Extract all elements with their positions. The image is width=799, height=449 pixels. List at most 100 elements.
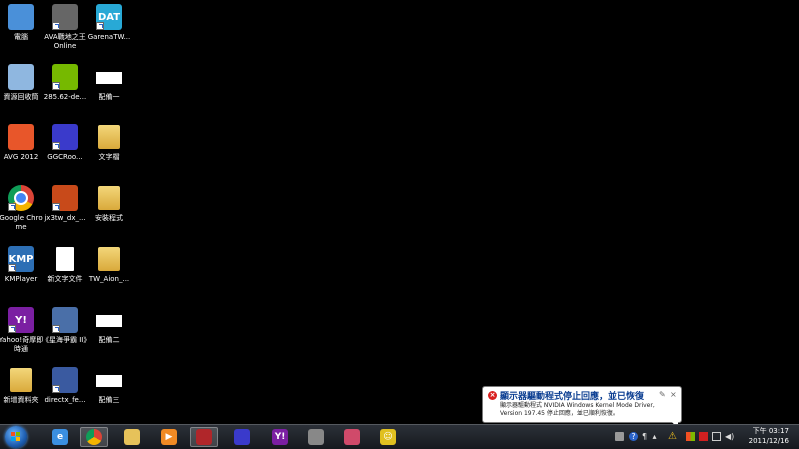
shortcut-arrow-icon <box>8 325 16 333</box>
desktop-icon[interactable]: 《星海爭霸 II》 <box>42 307 91 345</box>
desktop-icon[interactable]: 285.62-de... <box>42 64 88 102</box>
desktop-icon-label: KMPlayer <box>4 275 38 283</box>
shortcut-arrow-icon <box>96 22 104 30</box>
desktop-icon-label: jx3tw_dx_... <box>44 214 86 222</box>
shortcut-arrow-icon <box>52 142 60 150</box>
emoticon-taskbar-icon-glyph: ☺ <box>380 429 396 445</box>
blank-file-icon <box>96 315 122 327</box>
desktop-icon[interactable]: directx_fe... <box>42 367 88 405</box>
desktop-icon[interactable]: Google Chrome <box>0 185 44 232</box>
desktop-icon-label: GGCRoo... <box>47 153 83 161</box>
desktop-icon-label: 資源回收筒 <box>3 93 39 101</box>
desktop-icon-label: GarenaTW... <box>87 33 131 41</box>
jx3-icon <box>52 185 78 211</box>
desktop-icon[interactable]: Y! Yahoo!奇摩即時通 <box>0 307 44 354</box>
explorer-icon-glyph <box>124 429 140 445</box>
text-document-icon <box>52 246 78 272</box>
ava-taskbar-icon-glyph <box>196 429 212 445</box>
shortcut-arrow-icon <box>52 203 60 211</box>
tray-expand-icon[interactable]: ▴ <box>650 432 659 441</box>
ggc-icon <box>52 124 78 150</box>
yahoo-taskbar-icon-glyph: Y! <box>272 429 288 445</box>
desktop-icon-label: directx_fe... <box>44 396 86 404</box>
chrome-icon <box>8 185 34 211</box>
yahoo-taskbar-icon[interactable]: Y! <box>266 427 294 447</box>
desktop-icon-label: Google Chrome <box>0 214 43 231</box>
desktop-icon[interactable]: KMP KMPlayer <box>0 246 44 284</box>
help-icon[interactable]: ? <box>629 432 638 441</box>
desktop-icon-label: 新增資料夾 <box>3 396 39 404</box>
ava-game-taskbar-icon-glyph <box>308 429 324 445</box>
desktop-icon-label: 285.62-de... <box>43 93 87 101</box>
desktop-icon[interactable]: AVG 2012 <box>0 124 44 162</box>
desktop-icon[interactable]: 配備二 <box>86 307 132 345</box>
shortcut-arrow-icon <box>8 203 16 211</box>
ava-taskbar-icon[interactable] <box>190 427 218 447</box>
kmplayer-icon: KMP <box>8 246 34 272</box>
folder-icon <box>96 124 122 150</box>
desktop-icon[interactable]: TW_Aion_... <box>86 246 132 284</box>
shortcut-arrow-icon <box>52 325 60 333</box>
desktop-icon[interactable]: 安裝程式 <box>86 185 132 223</box>
desktop-icon[interactable]: 文字檔 <box>86 124 132 162</box>
clock-time: 下午 03:17 <box>752 427 789 435</box>
network-icon[interactable] <box>712 432 721 441</box>
security-icon[interactable] <box>699 432 708 441</box>
volume-icon[interactable]: ◀) <box>725 432 734 441</box>
start-button-icon[interactable] <box>5 426 27 448</box>
internet-explorer-icon-glyph: e <box>52 429 68 445</box>
folder-icon <box>96 185 122 211</box>
shortcut-arrow-icon <box>8 264 16 272</box>
yahoo-messenger-icon: Y! <box>8 307 34 333</box>
clock[interactable]: 下午 03:17 2011/12/16 <box>749 426 789 446</box>
desktop-icon[interactable]: jx3tw_dx_... <box>42 185 88 223</box>
desktop-icon[interactable]: DAT GarenaTW... <box>86 4 132 42</box>
ggc-taskbar-icon[interactable] <box>228 427 256 447</box>
ava-game-taskbar-icon[interactable] <box>302 427 330 447</box>
notification-title: 顯示器驅動程式停止回應，並已恢復 <box>500 392 645 402</box>
desktop-icon-label: AVA戰地之王Online <box>44 33 86 50</box>
desktop-icon-label: Yahoo!奇摩即時通 <box>0 336 44 353</box>
media-player-icon[interactable]: ▶ <box>155 427 183 447</box>
close-icon[interactable]: × <box>670 390 677 399</box>
desktop-icon-label: TW_Aion_... <box>88 275 130 283</box>
desktop-icon[interactable]: AVA戰地之王Online <box>42 4 88 51</box>
recycle-bin-icon <box>8 64 34 90</box>
app-taskbar-icon[interactable] <box>338 427 366 447</box>
notification-balloon[interactable]: × 顯示器驅動程式停止回應，並已恢復 ✎ × 顯示器驅動程式 NVIDIA Wi… <box>482 386 682 423</box>
chrome-taskbar-icon[interactable] <box>80 427 108 447</box>
folder-icon <box>8 367 34 393</box>
desktop-icon-label: 新文字文件 <box>47 275 83 283</box>
desktop-icon[interactable]: 新增資料夾 <box>0 367 44 405</box>
desktop-icon-label: AVG 2012 <box>3 153 39 161</box>
app-taskbar-icon-glyph <box>344 429 360 445</box>
desktop-icon[interactable]: 電腦 <box>0 4 44 42</box>
desktop-icon-label: 配備三 <box>98 396 120 404</box>
warning-icon[interactable]: ⚠ <box>668 432 677 442</box>
desktop-icon-label: 配備一 <box>98 93 120 101</box>
media-player-icon-glyph: ▶ <box>161 429 177 445</box>
desktop-icon[interactable]: 資源回收筒 <box>0 64 44 102</box>
error-icon: × <box>488 391 497 400</box>
desktop-icon[interactable]: 配備三 <box>86 367 132 405</box>
desktop-icon[interactable]: 配備一 <box>86 64 132 102</box>
internet-explorer-icon[interactable]: e <box>46 427 74 447</box>
emoticon-taskbar-icon[interactable]: ☺ <box>374 427 402 447</box>
desktop-icon-label: 電腦 <box>14 33 28 41</box>
tray-keyboard-icon[interactable] <box>615 432 624 441</box>
desktop-icon[interactable]: GGCRoo... <box>42 124 88 162</box>
desktop: 電腦 AVA戰地之王Online DAT GarenaTW... 資源回收筒 285.62… <box>0 0 799 424</box>
ava-game-icon <box>52 4 78 30</box>
windows-flag-icon[interactable] <box>686 432 695 441</box>
chrome-taskbar-icon-glyph <box>86 429 102 445</box>
computer-icon <box>8 4 34 30</box>
tray-input-icon[interactable]: ¶ <box>640 432 649 441</box>
pin-icon[interactable]: ✎ <box>659 390 666 399</box>
explorer-icon[interactable] <box>118 427 146 447</box>
desktop-icon[interactable]: 新文字文件 <box>42 246 88 284</box>
taskbar: e ▶ Y! ☺ ? ¶ ▴ ⚠ ◀) 下午 03:17 2011/12/16 <box>0 424 799 449</box>
desktop-icon-label: 配備二 <box>98 336 120 344</box>
desktop-icon-label: 安裝程式 <box>95 214 123 222</box>
blank-file-icon <box>96 375 122 387</box>
desktop-icon-label: 《星海爭霸 II》 <box>42 336 91 344</box>
